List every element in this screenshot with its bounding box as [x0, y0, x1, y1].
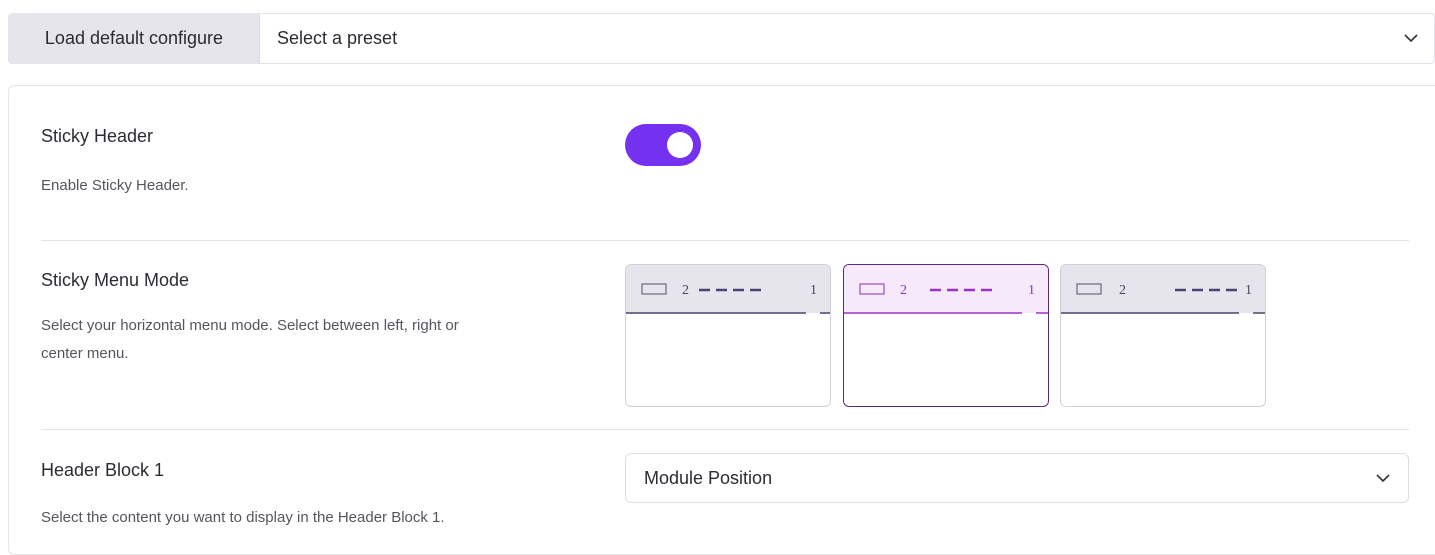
preset-bar: Load default configure Select a preset [8, 13, 1435, 64]
header-block-1-select[interactable]: Module Position [625, 453, 1409, 503]
sticky-header-toggle[interactable] [625, 124, 701, 166]
option-label-b: 1 [810, 283, 817, 298]
header-block-1-description: Select the content you want to display i… [41, 509, 445, 526]
header-block-1-title: Header Block 1 [41, 460, 165, 480]
menu-mode-option-left[interactable]: 2 1 [625, 264, 831, 407]
preset-select[interactable]: Select a preset [260, 14, 1434, 63]
sticky-header-description: Enable Sticky Header. [41, 177, 189, 194]
sticky-menu-mode-title: Sticky Menu Mode [41, 270, 190, 290]
option-label-a: 2 [1119, 283, 1126, 298]
sticky-menu-mode-description-1: Select your horizontal menu mode. Select… [41, 317, 459, 334]
divider [41, 240, 1409, 241]
sticky-header-title: Sticky Header [41, 126, 154, 146]
sticky-menu-mode-description-2: center menu. [41, 345, 129, 362]
option-label-a: 2 [900, 283, 907, 298]
preset-select-value: Select a preset [277, 28, 398, 48]
chevron-down-icon [1376, 471, 1390, 485]
toggle-knob [667, 132, 693, 158]
divider [41, 429, 1409, 430]
load-default-configure-label: Load default configure [9, 14, 260, 63]
option-label-b: 1 [1028, 283, 1035, 298]
header-block-1-select-value: Module Position [644, 467, 773, 488]
chevron-down-icon [1404, 32, 1418, 46]
menu-mode-option-right[interactable]: 2 1 [843, 264, 1049, 407]
option-label-b: 1 [1245, 283, 1252, 298]
option-label-a: 2 [682, 283, 689, 298]
menu-mode-option-center[interactable]: 2 1 [1060, 264, 1266, 407]
